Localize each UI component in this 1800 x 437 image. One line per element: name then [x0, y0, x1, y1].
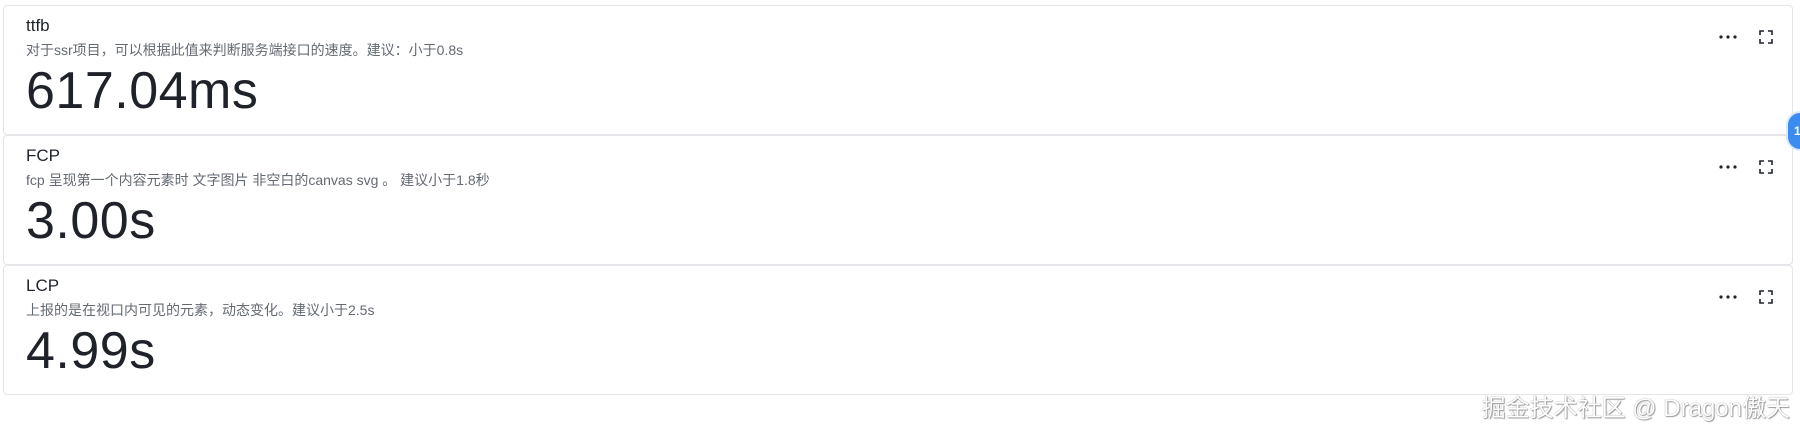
notification-badge-count: 1 — [1794, 124, 1800, 138]
card-value: 3.00s — [26, 192, 156, 250]
card-title: LCP — [26, 276, 60, 295]
metric-card-lcp: LCP 上报的是在视口内可见的元素，动态变化。建议小于2.5s 4.99s — [3, 265, 1793, 395]
notification-badge[interactable]: 1 — [1788, 113, 1800, 149]
card-title: FCP — [26, 146, 60, 165]
card-description: 对于ssr项目，可以根据此值来判断服务端接口的速度。建议：小于0.8s — [26, 42, 464, 58]
more-horizontal-icon[interactable] — [1718, 28, 1738, 46]
card-actions — [1718, 288, 1776, 306]
metric-card-fcp: FCP fcp 呈现第一个内容元素时 文字图片 非空白的canvas svg 。… — [3, 135, 1793, 265]
fullscreen-icon[interactable] — [1756, 288, 1776, 306]
fullscreen-icon[interactable] — [1756, 158, 1776, 176]
card-value: 617.04ms — [26, 62, 259, 120]
fullscreen-icon[interactable] — [1756, 28, 1776, 46]
watermark: 掘金技术社区 @ Dragon傲天 — [1481, 395, 1790, 422]
card-actions — [1718, 158, 1776, 176]
metric-card-ttfb: ttfb 对于ssr项目，可以根据此值来判断服务端接口的速度。建议：小于0.8s… — [3, 5, 1793, 135]
card-title: ttfb — [26, 16, 50, 35]
more-horizontal-icon[interactable] — [1718, 288, 1738, 306]
card-description: fcp 呈现第一个内容元素时 文字图片 非空白的canvas svg 。 建议小… — [26, 172, 490, 188]
card-value: 4.99s — [26, 322, 156, 380]
metrics-page: ttfb 对于ssr项目，可以根据此值来判断服务端接口的速度。建议：小于0.8s… — [0, 0, 1800, 437]
card-actions — [1718, 28, 1776, 46]
card-description: 上报的是在视口内可见的元素，动态变化。建议小于2.5s — [26, 302, 375, 318]
more-horizontal-icon[interactable] — [1718, 158, 1738, 176]
